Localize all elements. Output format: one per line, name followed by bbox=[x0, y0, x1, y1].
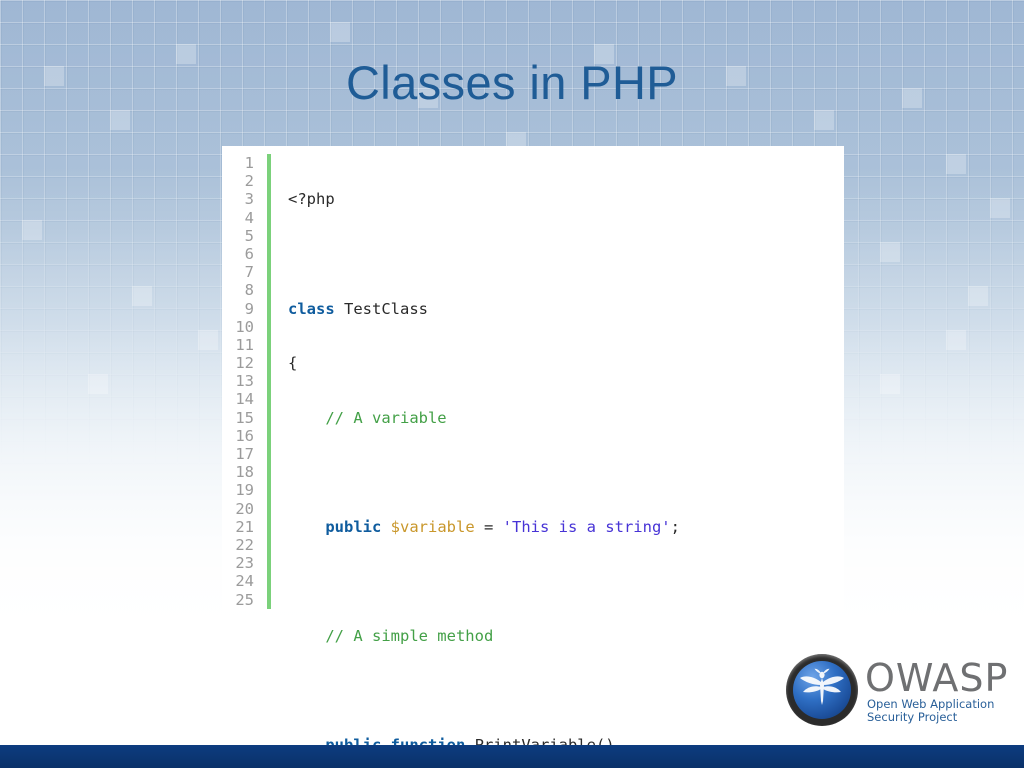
line-number: 15 bbox=[235, 408, 254, 427]
line-number: 12 bbox=[235, 354, 254, 373]
code-content: <?php class TestClass { // A variable pu… bbox=[271, 154, 680, 768]
owasp-dragonfly-icon bbox=[800, 668, 844, 705]
owasp-tagline: Open Web Application Security Project bbox=[867, 698, 994, 724]
line-number: 25 bbox=[235, 590, 254, 609]
line-number: 3 bbox=[244, 190, 254, 209]
page-title: Classes in PHP bbox=[345, 56, 679, 109]
line-number: 8 bbox=[244, 281, 254, 300]
code-block-panel: 1 2 3 4 5 6 7 8 9 10 11 12 13 14 15 16 1… bbox=[222, 146, 844, 754]
code-line: // A variable bbox=[288, 409, 680, 427]
code-token-classname: TestClass bbox=[334, 299, 428, 318]
code-line: // A simple method bbox=[288, 627, 680, 645]
line-number: 7 bbox=[244, 263, 254, 282]
owasp-wordmark: OWASP bbox=[865, 656, 1009, 700]
code-token-keyword-class: class bbox=[288, 299, 335, 318]
line-number: 19 bbox=[235, 481, 254, 500]
code-token-semicolon: ; bbox=[670, 517, 680, 536]
line-number: 21 bbox=[235, 517, 254, 536]
code-line: class TestClass bbox=[288, 300, 680, 318]
line-number: 9 bbox=[244, 299, 254, 318]
line-number: 22 bbox=[235, 535, 254, 554]
code-token-open-tag: <?php bbox=[288, 190, 335, 209]
owasp-tagline-line-2: Security Project bbox=[867, 710, 958, 724]
owasp-logo: OWASP Open Web Application Security Proj… bbox=[786, 652, 1007, 732]
presentation-slide: Classes in PHP 1 2 3 4 5 6 7 8 9 10 11 1… bbox=[0, 0, 1024, 768]
code-line: <?php bbox=[288, 190, 680, 208]
line-number: 11 bbox=[235, 335, 254, 354]
line-number: 13 bbox=[235, 372, 254, 391]
footer-bar bbox=[0, 745, 1024, 768]
code-token-keyword-public: public bbox=[288, 517, 382, 536]
line-number: 14 bbox=[235, 390, 254, 409]
line-number: 16 bbox=[235, 426, 254, 445]
line-number: 6 bbox=[244, 244, 254, 263]
code-token-comment: // A simple method bbox=[288, 627, 494, 646]
line-number: 24 bbox=[235, 572, 254, 591]
code-token-variable: $variable bbox=[381, 517, 475, 536]
code-line: public $variable = 'This is a string'; bbox=[288, 518, 680, 536]
code-token-string: 'This is a string' bbox=[502, 517, 671, 536]
line-number: 1 bbox=[244, 154, 254, 172]
line-number: 17 bbox=[235, 445, 254, 463]
code-token-brace: { bbox=[288, 354, 298, 373]
code-token-operator: = bbox=[474, 517, 503, 536]
line-number: 2 bbox=[244, 172, 254, 191]
code-line-numbers: 1 2 3 4 5 6 7 8 9 10 11 12 13 14 15 16 1… bbox=[222, 154, 254, 768]
line-number: 23 bbox=[235, 554, 254, 573]
line-number: 20 bbox=[235, 499, 254, 518]
code-token-comment: // A variable bbox=[288, 408, 447, 427]
line-number: 10 bbox=[235, 317, 254, 336]
line-number: 5 bbox=[244, 226, 254, 245]
code-line: { bbox=[288, 354, 680, 372]
line-number: 4 bbox=[244, 208, 254, 227]
line-number: 18 bbox=[235, 463, 254, 482]
